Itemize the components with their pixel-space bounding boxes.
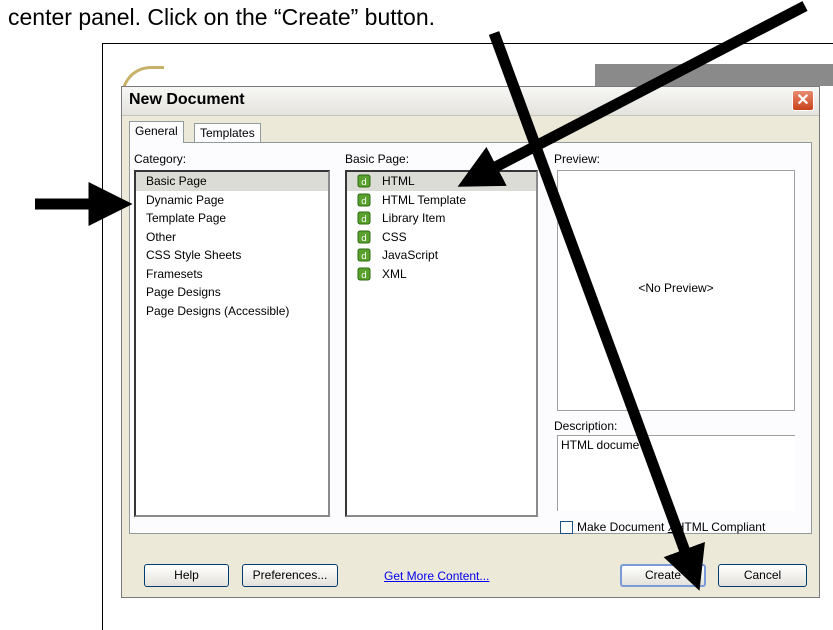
xhtml-label-mnemonic: X (667, 520, 676, 534)
new-document-dialog: New Document ✕ General Templates Categor… (121, 86, 820, 598)
preview-pane: <No Preview> (557, 170, 795, 411)
list-item-label: CSS (382, 229, 407, 244)
list-item[interactable]: d CSS (347, 228, 536, 247)
dreamweaver-doc-icon: d (357, 193, 371, 207)
basic-page-list[interactable]: d HTML d HTML Template d Library Item d … (345, 170, 538, 517)
category-list[interactable]: Basic Page Dynamic Page Template Page Ot… (134, 170, 330, 517)
list-item[interactable]: d HTML (347, 172, 536, 191)
svg-text:d: d (361, 178, 367, 188)
xhtml-label-part: Make Document (577, 520, 668, 534)
tab-general[interactable]: General (129, 121, 184, 143)
list-item[interactable]: d Library Item (347, 209, 536, 228)
get-more-content-link[interactable]: Get More Content... (384, 569, 489, 583)
list-item[interactable]: d XML (347, 265, 536, 284)
xhtml-label-part: HTML Compliant (675, 520, 766, 534)
dialog-titlebar: New Document ✕ (122, 87, 819, 116)
tab-templates[interactable]: Templates (194, 123, 261, 142)
dreamweaver-doc-icon: d (357, 267, 371, 281)
general-tab-panel: Category: Basic Page Dynamic Page Templa… (129, 142, 812, 534)
xhtml-compliant-checkbox[interactable] (560, 521, 573, 534)
description-label: Description: (554, 419, 618, 433)
list-item[interactable]: Framesets (136, 265, 328, 284)
svg-text:d: d (361, 271, 367, 281)
create-button[interactable]: Create (620, 564, 706, 587)
list-item[interactable]: CSS Style Sheets (136, 246, 328, 265)
svg-text:d: d (361, 197, 367, 207)
background-window-strip (595, 64, 833, 86)
svg-text:d: d (361, 234, 367, 244)
list-item[interactable]: Template Page (136, 209, 328, 228)
dreamweaver-doc-icon: d (357, 230, 371, 244)
list-item[interactable]: Page Designs (Accessible) (136, 302, 328, 321)
preferences-button[interactable]: Preferences... (242, 564, 338, 587)
list-item[interactable]: d JavaScript (347, 246, 536, 265)
list-item[interactable]: Other (136, 228, 328, 247)
xhtml-compliant-label[interactable]: Make Document XHTML Compliant (577, 520, 765, 534)
list-item[interactable]: Dynamic Page (136, 191, 328, 210)
list-item[interactable]: Basic Page (136, 172, 328, 191)
list-item-label: HTML (382, 174, 415, 188)
dreamweaver-doc-icon: d (357, 174, 371, 188)
basic-page-label: Basic Page: (345, 152, 410, 166)
list-item[interactable]: d HTML Template (347, 191, 536, 210)
list-item[interactable]: Page Designs (136, 283, 328, 302)
instruction-text: center panel. Click on the “Create” butt… (8, 4, 436, 30)
description-box: HTML docume (557, 435, 795, 511)
help-button[interactable]: Help (144, 564, 229, 587)
preview-label: Preview: (554, 152, 601, 166)
svg-text:d: d (361, 215, 367, 225)
no-preview-text: <No Preview> (638, 281, 714, 295)
list-item-label: JavaScript (382, 248, 439, 262)
close-icon[interactable]: ✕ (792, 90, 814, 111)
list-item-label: HTML Template (382, 192, 467, 207)
cancel-button[interactable]: Cancel (718, 564, 807, 587)
dialog-title: New Document (129, 91, 245, 108)
category-label: Category: (134, 152, 187, 166)
dreamweaver-doc-icon: d (357, 248, 371, 262)
list-item-label: Library Item (382, 211, 446, 225)
list-item-label: XML (382, 266, 407, 281)
dreamweaver-doc-icon: d (357, 211, 371, 225)
svg-text:d: d (361, 252, 367, 262)
